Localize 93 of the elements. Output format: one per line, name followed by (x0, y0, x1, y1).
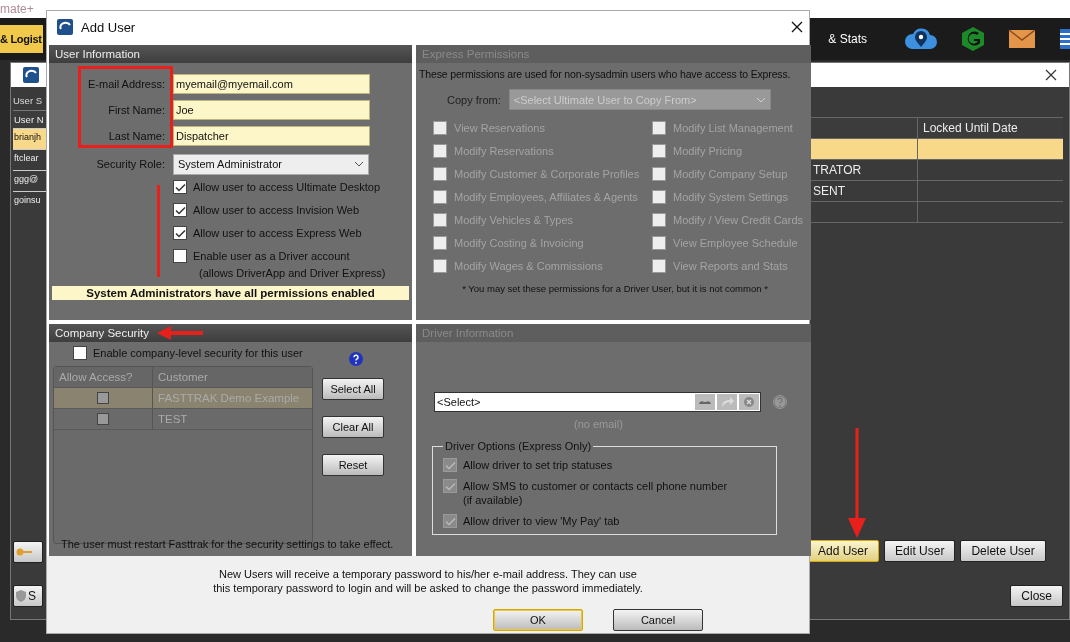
column-header: Locked Until Date (917, 117, 1063, 139)
column-header: Customer (157, 370, 209, 385)
checkbox-label: Allow SMS to customer or contacts cell phone number (463, 479, 728, 493)
section-header: User S (13, 95, 43, 106)
envelope-icon[interactable] (1008, 28, 1036, 50)
checkbox-label: Enable user as a Driver account (193, 249, 351, 263)
module-tab[interactable]: & Stats (828, 24, 868, 54)
checkbox[interactable] (433, 166, 447, 181)
checkbox[interactable] (652, 189, 666, 204)
description-text: These permissions are used for non-sysadmin users who have access to Express. (419, 67, 792, 81)
module-tab[interactable]: & Logist (0, 25, 43, 53)
checkbox[interactable] (443, 458, 457, 472)
panel-header: User Information (49, 45, 412, 63)
note-text: The user must restart Fasttrak for the security settings to take effect. (60, 538, 395, 550)
field-label: Security Role: (96, 158, 165, 170)
checkbox[interactable] (433, 120, 447, 135)
checkbox-label: Allow user to access Invision Web (193, 203, 360, 217)
column-header: Allow Access? (54, 367, 153, 387)
table-cell[interactable]: ftclear (13, 149, 49, 170)
checkbox[interactable] (433, 212, 447, 227)
checkbox-note: (allows DriverApp and Driver Express) (199, 267, 386, 279)
checkbox[interactable] (652, 235, 666, 250)
checkbox[interactable] (173, 226, 187, 240)
close-icon[interactable] (1045, 69, 1057, 81)
table-cell[interactable]: ggg@ (13, 170, 49, 191)
checkbox[interactable] (433, 258, 447, 273)
action-button[interactable]: Delete User (960, 540, 1046, 562)
group-title: Driver Options (Express Only) (444, 440, 593, 452)
field-label: First Name: (108, 104, 165, 116)
checkbox[interactable] (652, 258, 666, 273)
table-cell[interactable]: brianjh (13, 128, 49, 149)
app-title: mate+ (0, 2, 34, 16)
checkbox[interactable] (97, 413, 109, 425)
binoculars-icon[interactable] (695, 394, 715, 410)
input-field[interactable]: Joe (173, 100, 370, 120)
help-icon[interactable] (349, 352, 363, 366)
close-button[interactable]: Close (1010, 585, 1063, 607)
checkbox[interactable] (652, 143, 666, 158)
close-icon[interactable] (791, 21, 803, 33)
footnote: * You may set these permissions for a Driver User, but it is not common * (461, 283, 769, 294)
info-message: New Users will receive a temporary password to his/her e-mail address. They can use this temporary password to login and will be asked to change the password immediately. (213, 567, 643, 595)
table-cell-text: FASTTRAK Demo Example (157, 391, 301, 406)
action-button[interactable]: Select All (322, 378, 384, 400)
dialog-button[interactable]: OK (493, 609, 583, 631)
checkbox-label: Allow user to access Express Web (193, 226, 362, 240)
checkbox[interactable] (652, 120, 666, 135)
annotation-arrow (156, 326, 203, 340)
chevron-icon (354, 161, 364, 167)
notice-banner: System Administrators have all permissions enabled (52, 286, 409, 300)
app-logo-icon (57, 19, 73, 35)
checkbox[interactable] (97, 392, 109, 404)
driver-select-field[interactable]: <Select> (434, 392, 761, 412)
input-field[interactable]: myemail@myemail.com (173, 74, 370, 94)
checkbox-label: Allow driver to view 'My Pay' tab (463, 514, 620, 528)
key-icon (16, 547, 32, 557)
checkbox-label: Allow user to access Ultimate Desktop (193, 180, 381, 194)
shield-icon (16, 590, 26, 602)
checkbox[interactable] (433, 143, 447, 158)
table-cell[interactable]: goinsu (13, 191, 49, 212)
checkbox[interactable] (433, 235, 447, 250)
action-button[interactable]: Reset (322, 454, 384, 476)
action-button[interactable]: Add User (807, 540, 880, 562)
checkbox[interactable] (173, 203, 187, 217)
field-label: Last Name: (108, 130, 165, 142)
field-label: Copy from: (447, 93, 501, 106)
shield-button[interactable]: S (13, 585, 43, 607)
app-logo-icon (23, 67, 39, 83)
checkbox[interactable] (73, 346, 87, 360)
checkbox-label: Allow driver to set trip statuses (463, 458, 613, 472)
column-header: User N (13, 110, 49, 128)
checkbox[interactable] (433, 189, 447, 204)
checkbox-label: Enable company-level security for this user (93, 346, 303, 360)
g-logo-icon[interactable] (960, 26, 986, 52)
panel-header: Company Security (54, 326, 150, 341)
checkbox-note: (if available) (463, 493, 524, 507)
action-button[interactable]: Edit User (884, 540, 956, 562)
checkbox[interactable] (652, 166, 666, 181)
checkbox[interactable] (173, 249, 187, 263)
list-icon[interactable] (1060, 27, 1070, 51)
checkbox[interactable] (443, 479, 457, 493)
checkbox[interactable] (173, 180, 187, 194)
window-title: Add User (81, 19, 136, 35)
clear-icon[interactable] (739, 394, 759, 410)
field-label: E-mail Address: (87, 78, 165, 90)
chevron-icon (755, 96, 766, 103)
action-button[interactable]: Clear All (322, 416, 384, 438)
key-button[interactable] (13, 541, 43, 563)
input-field[interactable]: Dispatcher (173, 126, 370, 146)
checkbox[interactable] (443, 514, 457, 528)
checkbox[interactable] (652, 212, 666, 227)
dialog-button[interactable]: Cancel (613, 609, 703, 631)
table-cell-text: TEST (157, 412, 189, 427)
role-dropdown[interactable]: System Administrator (173, 153, 369, 175)
